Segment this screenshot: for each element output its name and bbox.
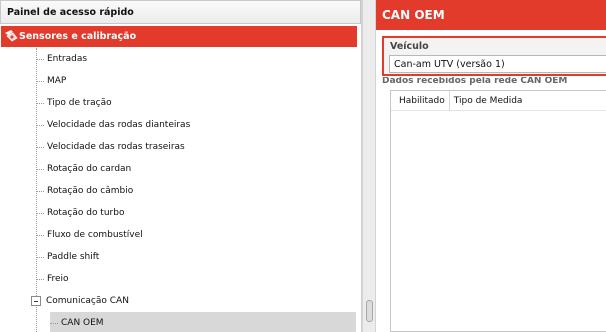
tree-item-map[interactable]: MAP [36,70,358,92]
tree-item-label: Tipo de tração [47,98,112,108]
tree-item-comunicacao-can[interactable]: Comunicação CAN [44,290,366,312]
can-oem-panel: CAN OEM Veículo Can-am UTV (versão 1) Da… [376,0,606,332]
settings-tree: Sensores e calibração Entradas MAP Tipo … [0,26,362,332]
tree-item-tipo-de-tracao[interactable]: Tipo de tração [36,92,358,114]
tree-root-label: Sensores e calibração [19,31,137,42]
quick-access-title: Painel de acesso rápido [0,0,361,24]
tree-item-paddle-shift[interactable]: Paddle shift [36,246,358,268]
splitter-grip[interactable] [366,300,373,322]
tree-item-rotacao-turbo[interactable]: Rotação do turbo [36,202,358,224]
tree-item-freio[interactable]: Freio [36,268,358,290]
tree-item-entradas[interactable]: Entradas [36,48,358,70]
table-header: Habilitado Tipo de Medida [391,90,606,111]
tree-item-label: Paddle shift [47,252,100,262]
tree-item-label: Fluxo de combustível [47,230,143,240]
tree-item-fluxo-combustivel[interactable]: Fluxo de combustível [36,224,358,246]
can-data-table: Habilitado Tipo de Medida [390,90,606,332]
panel-splitter[interactable] [362,0,376,332]
collapse-icon[interactable] [31,296,41,306]
can-oem-title: CAN OEM [376,0,606,30]
vehicle-group: Veículo Can-am UTV (versão 1) [382,36,606,76]
tree-item-label: Rotação do cardan [47,164,132,174]
tree-item-velocidade-rodas-traseiras[interactable]: Velocidade das rodas traseiras [36,136,358,158]
column-header-habilitado[interactable]: Habilitado [391,90,450,111]
tree-item-label: Rotação do turbo [47,208,125,218]
tree-item-label: Rotação do câmbio [47,186,134,196]
tree-item-label: Freio [47,274,69,284]
tree-root-sensors[interactable]: Sensores e calibração [1,26,357,47]
tree-item-can-oem[interactable]: CAN OEM [50,312,356,332]
tree-item-rotacao-cardan[interactable]: Rotação do cardan [36,158,358,180]
tree-item-label: Comunicação CAN [46,296,129,306]
tree-item-label: Velocidade das rodas traseiras [47,142,185,152]
quick-access-panel: Painel de acesso rápido Sensores e calib… [0,0,362,332]
tree-item-label: MAP [47,76,67,86]
tree-item-label: CAN OEM [61,318,104,328]
tree-item-velocidade-rodas-dianteiras[interactable]: Velocidade das rodas dianteiras [36,114,358,136]
tree-item-label: Velocidade das rodas dianteiras [47,120,191,130]
vehicle-label: Veículo [390,41,429,52]
tree-item-rotacao-cambio[interactable]: Rotação do câmbio [36,180,358,202]
data-received-label: Dados recebidos pela rede CAN OEM [382,77,568,86]
vehicle-select[interactable]: Can-am UTV (versão 1) [389,55,606,73]
sensor-icon [5,30,18,42]
tree-item-label: Entradas [47,54,88,64]
column-header-tipo-de-medida[interactable]: Tipo de Medida [450,91,527,111]
